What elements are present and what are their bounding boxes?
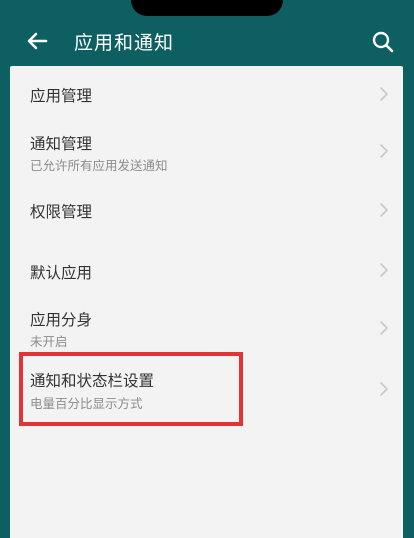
item-title: 默认应用	[30, 264, 93, 282]
phone-screen: 应用和通知 应用管理 通知管理 已允许所有应用发送通知 权限管理 默认应用 应用…	[0, 0, 414, 538]
back-arrow-icon	[27, 32, 48, 50]
item-subtitle: 未开启	[30, 334, 68, 349]
chevron-right-icon	[380, 382, 388, 396]
item-subtitle: 已允许所有应用发送通知	[30, 158, 168, 173]
top-app-bar: 应用和通知	[0, 22, 414, 66]
back-button[interactable]	[22, 26, 52, 56]
search-icon	[372, 31, 394, 53]
item-title: 通知管理	[30, 135, 93, 153]
chevron-right-icon	[380, 144, 388, 158]
list-item-app-twin[interactable]: 应用分身 未开启	[10, 298, 403, 356]
chevron-right-icon	[380, 321, 388, 335]
item-title: 权限管理	[30, 203, 93, 221]
chevron-right-icon	[380, 87, 388, 101]
search-button[interactable]	[370, 29, 396, 55]
red-highlight-box	[19, 352, 243, 426]
status-bar	[0, 0, 414, 22]
list-item-default-apps[interactable]: 默认应用	[10, 240, 403, 298]
settings-list: 应用管理 通知管理 已允许所有应用发送通知 权限管理 默认应用 应用分身 未开启…	[10, 66, 403, 538]
item-title: 应用管理	[30, 87, 93, 105]
list-item-permission-management[interactable]: 权限管理	[10, 179, 403, 240]
camera-notch	[131, 0, 283, 16]
page-title: 应用和通知	[74, 32, 175, 54]
list-item-notification-management[interactable]: 通知管理 已允许所有应用发送通知	[10, 122, 403, 179]
chevron-right-icon	[380, 203, 388, 217]
chevron-right-icon	[380, 263, 388, 277]
item-title: 应用分身	[30, 311, 93, 329]
list-item-app-management[interactable]: 应用管理	[10, 66, 403, 122]
